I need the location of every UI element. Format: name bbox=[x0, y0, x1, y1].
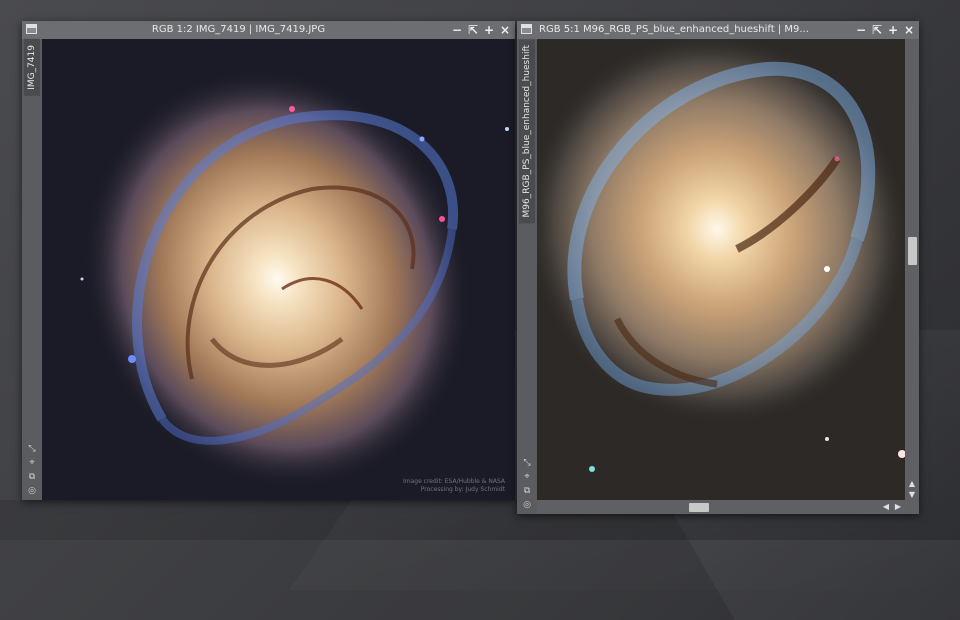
resize-icon[interactable]: ⤡ bbox=[520, 458, 534, 468]
shade-icon[interactable]: ⇱ bbox=[871, 21, 883, 39]
scroll-left-icon[interactable]: ◀ bbox=[881, 502, 891, 512]
window-sidebar: M96_RGB_PS_blue_enhanced_hueshift ⤡ ⌖ ⧉ … bbox=[517, 39, 537, 514]
window-title: RGB 5:1 M96_RGB_PS_blue_enhanced_hueshif… bbox=[539, 24, 809, 35]
fit-view-icon[interactable]: ⌖ bbox=[25, 458, 39, 468]
image-credit: Image credit: ESA/Hubble & NASA Processi… bbox=[403, 478, 505, 494]
scroll-down-icon[interactable]: ▼ bbox=[907, 490, 917, 500]
image-view[interactable] bbox=[537, 39, 905, 500]
window-sidebar: IMG_7419 ⤡ ⌖ ⧉ ◎ bbox=[22, 39, 42, 500]
scroll-right-icon[interactable]: ▶ bbox=[893, 502, 903, 512]
clone-icon[interactable]: ⧉ bbox=[25, 472, 39, 482]
shade-icon[interactable]: ⇱ bbox=[467, 21, 479, 39]
window-title: RGB 1:2 IMG_7419 | IMG_7419.JPG bbox=[151, 24, 326, 35]
window-icon[interactable] bbox=[26, 24, 37, 34]
image-window-m96[interactable]: RGB 5:1 M96_RGB_PS_blue_enhanced_hueshif… bbox=[517, 21, 919, 514]
window-icon[interactable] bbox=[521, 24, 532, 34]
close-icon[interactable]: × bbox=[499, 21, 511, 39]
maximize-icon[interactable]: + bbox=[887, 21, 899, 39]
galaxy-image bbox=[537, 39, 905, 472]
mask-icon[interactable]: ◎ bbox=[520, 500, 534, 510]
maximize-icon[interactable]: + bbox=[483, 21, 495, 39]
window-titlebar[interactable]: RGB 1:2 IMG_7419 | IMG_7419.JPG − ⇱ + × bbox=[22, 21, 515, 39]
galaxy-image bbox=[80, 68, 509, 490]
desktop-shape bbox=[0, 500, 735, 620]
minimize-icon[interactable]: − bbox=[451, 21, 463, 39]
minimize-icon[interactable]: − bbox=[855, 21, 867, 39]
scroll-up-icon[interactable]: ▲ bbox=[907, 479, 917, 489]
scroll-thumb[interactable] bbox=[908, 237, 917, 265]
clone-icon[interactable]: ⧉ bbox=[520, 486, 534, 496]
fit-view-icon[interactable]: ⌖ bbox=[520, 472, 534, 482]
horizontal-scrollbar[interactable]: ◀ ▶ bbox=[537, 500, 905, 514]
resize-icon[interactable]: ⤡ bbox=[25, 444, 39, 454]
side-tab-identifier[interactable]: IMG_7419 bbox=[24, 39, 40, 96]
image-view[interactable]: Image credit: ESA/Hubble & NASA Processi… bbox=[42, 39, 515, 500]
side-tab-identifier[interactable]: M96_RGB_PS_blue_enhanced_hueshift bbox=[519, 39, 535, 224]
scroll-thumb[interactable] bbox=[689, 503, 709, 512]
credit-line: Image credit: ESA/Hubble & NASA bbox=[402, 478, 505, 485]
vertical-scrollbar[interactable]: ▲ ▼ bbox=[905, 39, 919, 500]
close-icon[interactable]: × bbox=[903, 21, 915, 39]
window-titlebar[interactable]: RGB 5:1 M96_RGB_PS_blue_enhanced_hueshif… bbox=[517, 21, 919, 39]
image-window-img7419[interactable]: RGB 1:2 IMG_7419 | IMG_7419.JPG − ⇱ + × … bbox=[22, 21, 515, 500]
mask-icon[interactable]: ◎ bbox=[25, 486, 39, 496]
credit-line: Processing by: Judy Schmidt bbox=[420, 486, 505, 493]
